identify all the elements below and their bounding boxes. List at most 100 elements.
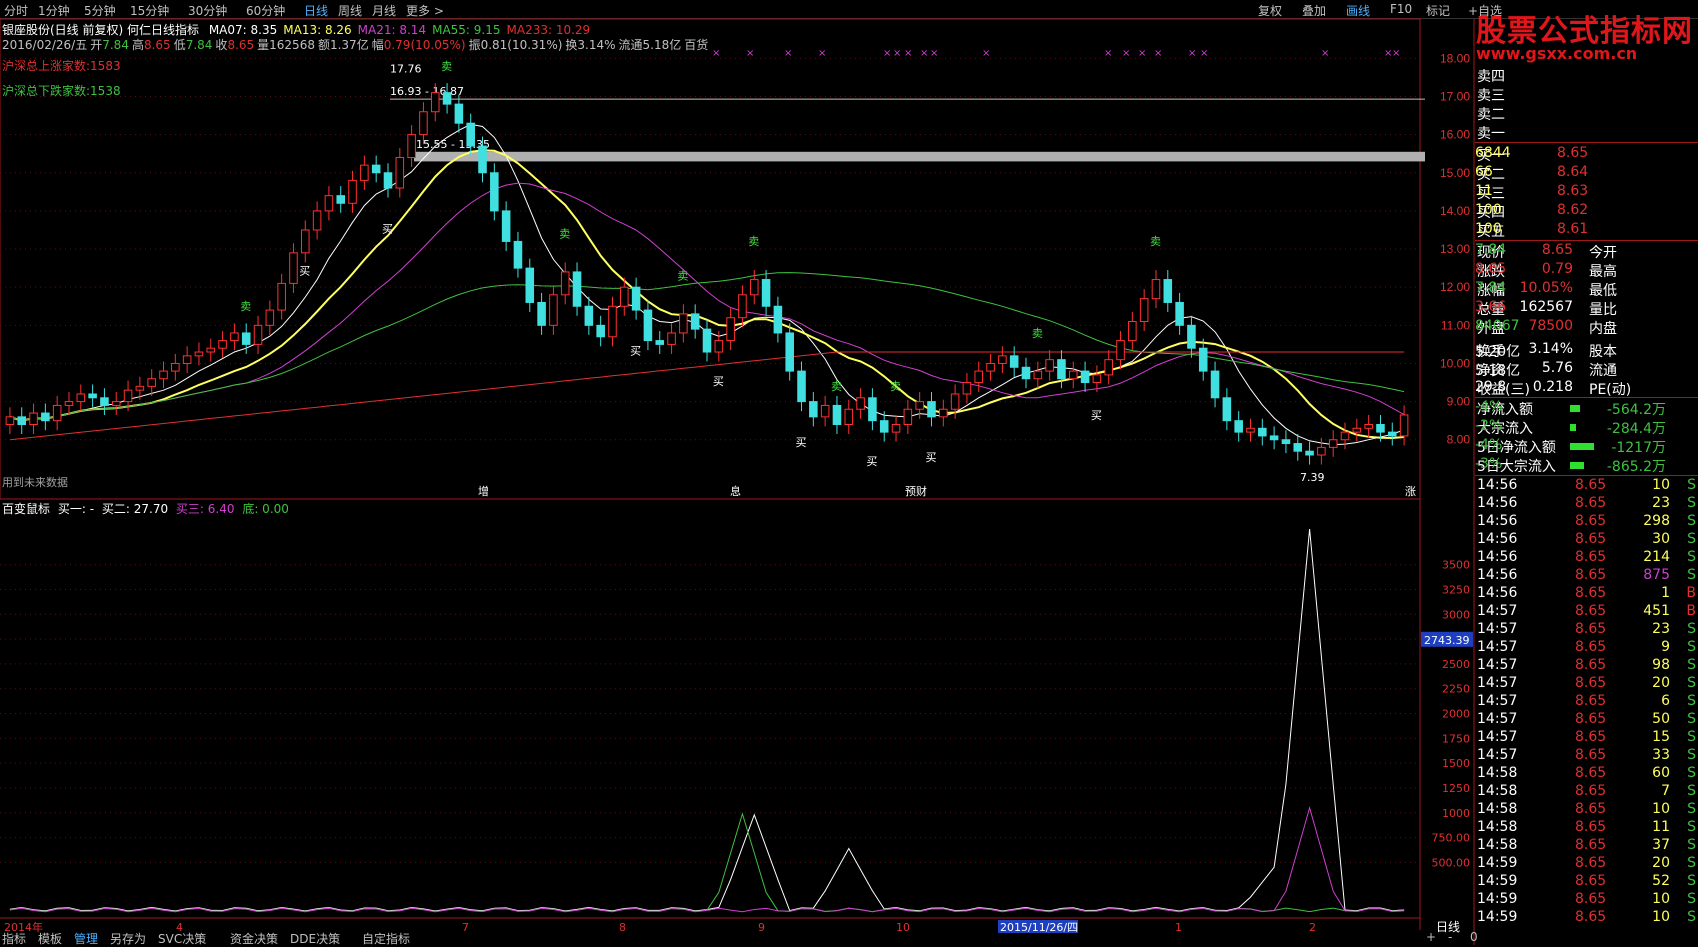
indicator-tab[interactable]: 模板 — [38, 930, 62, 947]
flow-pct: -3% — [1475, 456, 1503, 472]
candle-body — [1033, 370, 1043, 380]
flow-divider — [1475, 397, 1698, 398]
tick-side: S — [1687, 747, 1696, 763]
tick-side: B — [1686, 585, 1696, 601]
candle-body — [679, 313, 688, 334]
candle-body — [1116, 340, 1125, 361]
candle-body — [194, 351, 204, 357]
stat-label: 流通 — [1589, 363, 1617, 379]
indicator-tab[interactable]: 指标 — [2, 930, 26, 947]
buy-signal: 买 — [299, 264, 310, 277]
candle-body — [312, 210, 322, 231]
sell-signal: 卖 — [441, 60, 452, 73]
candle-body — [549, 294, 558, 326]
zoom-button[interactable]: - — [1448, 930, 1452, 944]
flow-bar — [1570, 462, 1584, 469]
candle-body — [1187, 324, 1196, 349]
tick-price: 8.65 — [1575, 603, 1607, 619]
tick-time: 14:56 — [1477, 495, 1518, 511]
tick-time: 14:56 — [1477, 567, 1518, 583]
sub-series-line — [9, 805, 1405, 913]
candle-body — [1092, 374, 1102, 384]
candle-body — [537, 301, 546, 326]
candle-body — [1387, 431, 1397, 437]
tick-volume: 23 — [1652, 621, 1670, 637]
candle-body — [348, 179, 357, 204]
tick-time: 14:57 — [1477, 729, 1518, 745]
indicator-tab[interactable]: 管理 — [74, 930, 98, 947]
tick-side: S — [1687, 531, 1696, 547]
ask-label: 卖一 — [1477, 126, 1505, 142]
indicator-tab[interactable]: 自定指标 — [362, 930, 410, 947]
tick-side: B — [1686, 603, 1696, 619]
kline-chart[interactable]: 18.0017.0016.0015.0014.0013.0012.0011.00… — [0, 0, 1698, 945]
stat-value: 10.05% — [1519, 280, 1573, 296]
sell-signal: 卖 — [831, 380, 842, 393]
tick-volume: 98 — [1652, 657, 1670, 673]
range-label-1: 16.93 - 16.87 — [390, 85, 464, 98]
candle-body — [643, 309, 653, 342]
tick-price: 8.65 — [1575, 837, 1607, 853]
tick-time: 14:56 — [1477, 585, 1518, 601]
flow-bar — [1570, 424, 1576, 431]
tick-time: 14:57 — [1477, 711, 1518, 727]
bid-volume: 100 — [1475, 221, 1502, 237]
price-tick: 12.00 — [1440, 280, 1470, 294]
tick-side: S — [1687, 477, 1696, 493]
sell-signal: 卖 — [559, 228, 570, 241]
candle-body — [277, 282, 286, 311]
tick-time: 14:56 — [1477, 549, 1518, 565]
tick-volume: 30 — [1652, 531, 1670, 547]
indicator-tab[interactable]: SVC决策 — [158, 930, 206, 947]
candle-body — [1222, 397, 1232, 422]
marker-x: × — [930, 48, 938, 59]
stat-value: 84067 — [1475, 318, 1520, 334]
tick-price: 8.65 — [1575, 693, 1607, 709]
zoom-button[interactable]: 0 — [1470, 930, 1478, 944]
candle-body — [939, 408, 948, 418]
candle-body — [584, 305, 594, 326]
bid-price: 8.65 — [1557, 145, 1589, 161]
price-tick: 18.00 — [1440, 51, 1470, 65]
flow-bar — [1570, 405, 1580, 412]
sub-tick: 1500 — [1442, 757, 1470, 770]
candle-body — [1317, 446, 1326, 456]
candle-body — [1139, 298, 1149, 323]
tick-volume: 52 — [1652, 873, 1670, 889]
candle-body — [371, 164, 381, 174]
candle-body — [714, 340, 724, 353]
buy-signal: 买 — [630, 344, 641, 357]
indicator-tab[interactable]: 另存为 — [110, 930, 146, 947]
bid-volume: 11 — [1475, 183, 1493, 199]
sell-signal: 卖 — [748, 235, 759, 248]
stat-value: 5.76 — [1541, 360, 1573, 376]
indicator-tab[interactable]: 资金决策 — [230, 930, 278, 947]
flow-value: -284.4万 — [1606, 421, 1666, 437]
candle-body — [454, 103, 464, 124]
candle-body — [667, 332, 676, 345]
indicator-tab[interactable]: DDE决策 — [290, 930, 340, 947]
candle-body — [868, 397, 877, 422]
candle-body — [407, 134, 416, 159]
flow-value: -1217万 — [1611, 440, 1666, 456]
bid-price: 8.61 — [1557, 221, 1589, 237]
candle-body — [100, 397, 109, 406]
tick-volume: 875 — [1643, 567, 1670, 583]
tick-volume: 214 — [1643, 549, 1670, 565]
candle-body — [64, 401, 74, 406]
tick-time: 14:56 — [1477, 531, 1518, 547]
zoom-button[interactable]: + — [1426, 930, 1436, 944]
tick-price: 8.65 — [1575, 747, 1607, 763]
ask-label: 卖二 — [1477, 107, 1505, 123]
tick-volume: 7 — [1661, 783, 1670, 799]
marker-x: × — [904, 48, 912, 59]
candle-body — [41, 412, 50, 422]
tick-volume: 451 — [1643, 603, 1670, 619]
tick-price: 8.65 — [1575, 729, 1607, 745]
tick-time: 14:58 — [1477, 837, 1518, 853]
sub-tick: 2500 — [1442, 658, 1470, 671]
tick-price: 8.65 — [1575, 567, 1607, 583]
sub-tick: 3000 — [1442, 608, 1470, 621]
tick-volume: 23 — [1652, 495, 1670, 511]
candle-body — [761, 279, 771, 307]
